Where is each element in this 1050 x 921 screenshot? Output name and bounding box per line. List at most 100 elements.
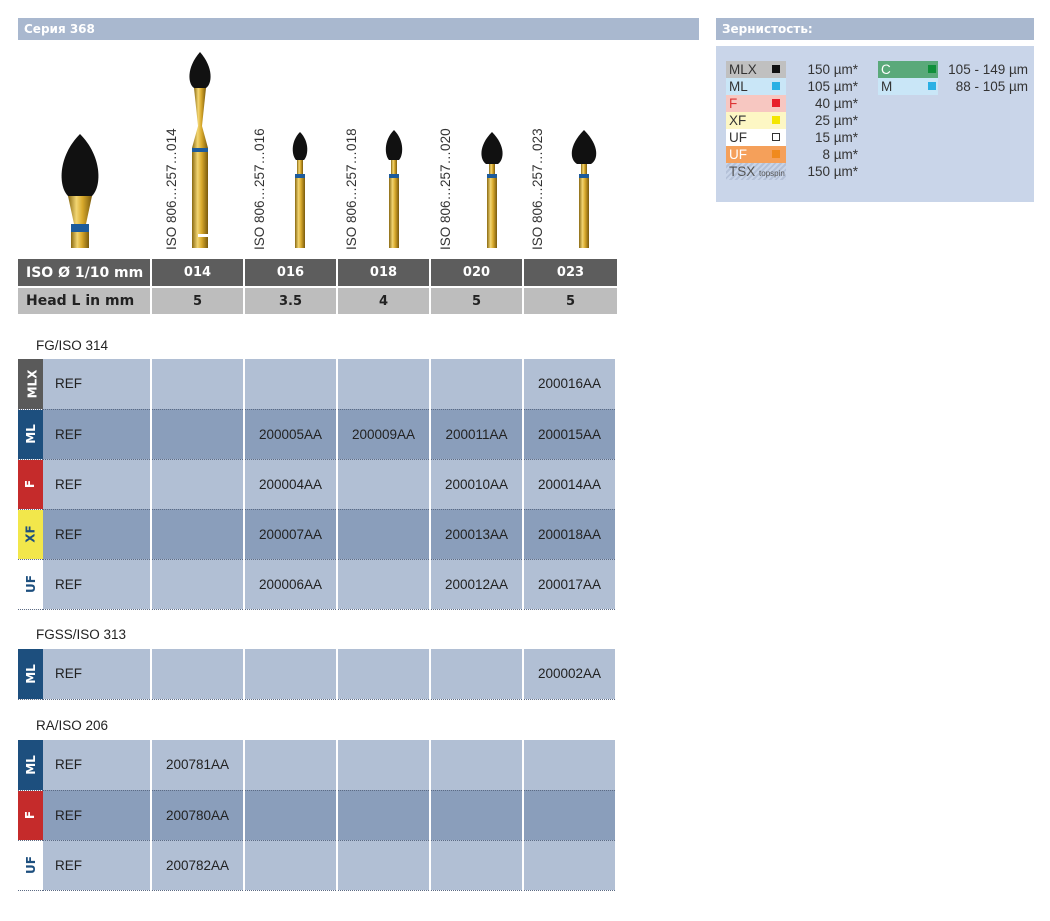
- table-row: XF REF 200007AA 200013AA 200018AA: [18, 509, 617, 560]
- ref-cell: [337, 359, 431, 410]
- ref-cell: [523, 740, 617, 791]
- ref-cell: 200011AA: [430, 409, 524, 460]
- bur-drawings: [61, 52, 597, 248]
- ref-label: REF: [43, 359, 152, 410]
- ref-cell: [151, 459, 245, 510]
- grit-row-ml: ML 105 µm*: [726, 78, 866, 95]
- grit-color-square: [772, 99, 780, 107]
- iso-label: ISO 806…257…018: [344, 128, 359, 250]
- section-title-fg: FG/ISO 314: [36, 338, 109, 353]
- grit-size: 150 µm*: [807, 62, 858, 77]
- grit-title: Зернистость:: [716, 18, 1034, 40]
- grit-code-badge: ML: [18, 409, 43, 460]
- iso-size-cell: 020: [430, 259, 524, 288]
- iso-label: ISO 806…257…016: [252, 128, 267, 250]
- ref-cell: 200014AA: [523, 459, 617, 510]
- ref-cell: 200780AA: [151, 790, 245, 841]
- ref-cell: [430, 790, 524, 841]
- head-length-cell: 5: [523, 287, 619, 316]
- ref-label: REF: [43, 409, 152, 460]
- grit-size: 105 - 149 µm: [948, 62, 1028, 77]
- ref-cell: [244, 740, 338, 791]
- grit-size: 150 µm*: [807, 164, 858, 179]
- iso-size-cell: 018: [337, 259, 431, 288]
- grit-code-badge: ML: [18, 649, 43, 700]
- grit-row-xf: XF 25 µm*: [726, 112, 866, 129]
- head-length-row: Head L in mm 5 3.5 4 5 5: [18, 287, 619, 316]
- grit-color-square: [772, 133, 780, 141]
- grit-row-tsx: TSX topspin 150 µm*: [726, 163, 866, 180]
- ref-cell: [337, 559, 431, 610]
- table-row: F REF 200780AA: [18, 790, 617, 841]
- grit-size: 105 µm*: [807, 79, 858, 94]
- head-length-cell: 3.5: [244, 287, 338, 316]
- ref-label: REF: [43, 459, 152, 510]
- table-row: UF REF 200006AA 200012AA 200017AA: [18, 559, 617, 610]
- grit-code-badge: XF: [18, 509, 43, 560]
- ref-cell: [430, 649, 524, 700]
- grit-code-badge: MLX: [18, 359, 43, 410]
- ref-cell: 200005AA: [244, 409, 338, 460]
- grit-size: 88 - 105 µm: [955, 79, 1028, 94]
- ref-cell: 200781AA: [151, 740, 245, 791]
- series-title: Серия 368: [18, 18, 699, 40]
- head-length-cell: 5: [430, 287, 524, 316]
- grit-row-mlx: MLX 150 µm*: [726, 61, 866, 78]
- grit-code-badge: F: [18, 790, 43, 841]
- grit-code-badge: UF: [18, 559, 43, 610]
- iso-label: ISO 806…257…014: [164, 128, 179, 250]
- ref-cell: [430, 840, 524, 891]
- table-row: F REF 200004AA 200010AA 200014AA: [18, 459, 617, 510]
- grit-color-square: [928, 65, 936, 73]
- grit-color-square: [772, 150, 780, 158]
- grit-code-badge: F: [18, 459, 43, 510]
- ref-cell: [523, 840, 617, 891]
- iso-size-row: ISO Ø 1/10 mm 014 016 018 020 023: [18, 259, 619, 288]
- grit-legend: MLX 150 µm* ML 105 µm* F 40 µm* XF 25 µm…: [716, 46, 1034, 202]
- ref-cell: [337, 790, 431, 841]
- ref-label: REF: [43, 649, 152, 700]
- iso-size-cell: 023: [523, 259, 619, 288]
- head-length-cell: 4: [337, 287, 431, 316]
- grit-row-f: F 40 µm*: [726, 95, 866, 112]
- ref-label: REF: [43, 509, 152, 560]
- ref-cell: [151, 559, 245, 610]
- bur-018-icon: [385, 130, 403, 248]
- ref-cell: [337, 509, 431, 560]
- ref-cell: 200017AA: [523, 559, 617, 610]
- grit-code-tsx: TSX topspin: [726, 163, 786, 180]
- ref-table-fg: MLX REF 200016AA ML REF 200005AA 200009A…: [18, 359, 617, 610]
- ref-cell: [337, 840, 431, 891]
- grit-code-badge: ML: [18, 740, 43, 791]
- grit-row-uf-8: UF 8 µm*: [726, 146, 866, 163]
- ref-cell: [337, 649, 431, 700]
- bur-014-icon: [189, 52, 211, 248]
- ref-label: REF: [43, 559, 152, 610]
- section-title-ra: RA/ISO 206: [36, 718, 109, 733]
- table-row: ML REF 200002AA: [18, 649, 617, 700]
- iso-label: ISO 806…257…023: [530, 128, 545, 250]
- ref-cell: [244, 359, 338, 410]
- grit-size: 40 µm*: [814, 96, 858, 111]
- ref-cell: 200004AA: [244, 459, 338, 510]
- ref-cell: [523, 790, 617, 841]
- ref-cell: [244, 840, 338, 891]
- grit-row-c: C 105 - 149 µm: [878, 61, 1028, 78]
- ref-cell: [151, 509, 245, 560]
- ref-cell: 200782AA: [151, 840, 245, 891]
- grit-color-square: [772, 65, 780, 73]
- grit-color-square: [772, 82, 780, 90]
- ref-cell: [337, 459, 431, 510]
- bur-020-icon: [481, 132, 503, 248]
- ref-cell: 200007AA: [244, 509, 338, 560]
- grit-row-uf-15: UF 15 µm*: [726, 129, 866, 146]
- bur-023-icon: [571, 130, 597, 248]
- head-length-cell: 5: [151, 287, 245, 316]
- ref-cell: [430, 740, 524, 791]
- ref-cell: 200015AA: [523, 409, 617, 460]
- ref-cell: 200016AA: [523, 359, 617, 410]
- table-row: ML REF 200005AA 200009AA 200011AA 200015…: [18, 409, 617, 460]
- bur-016-icon: [292, 132, 308, 248]
- grit-size: 8 µm*: [822, 147, 858, 162]
- ref-label: REF: [43, 790, 152, 841]
